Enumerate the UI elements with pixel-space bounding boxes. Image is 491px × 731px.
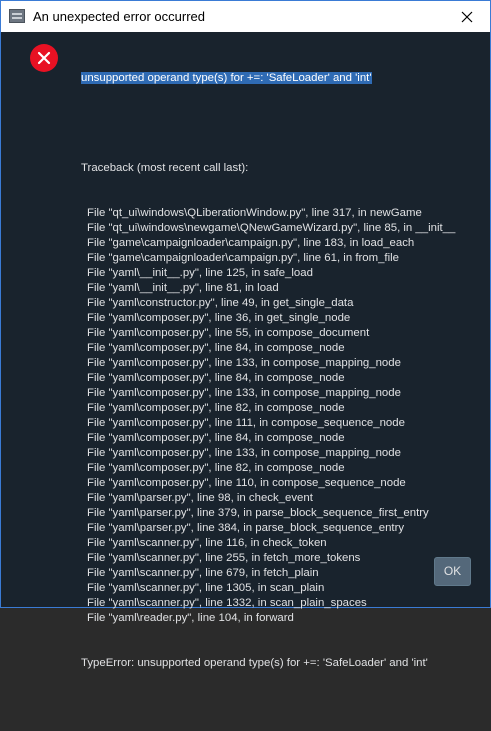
traceback-frame: File "yaml\composer.py", line 55, in com… bbox=[87, 327, 370, 339]
traceback-frame: File "yaml\reader.py", line 104, in forw… bbox=[87, 612, 294, 624]
traceback-frame: File "yaml\scanner.py", line 255, in fet… bbox=[87, 552, 361, 564]
traceback-frame: File "yaml\parser.py", line 379, in pars… bbox=[87, 507, 429, 519]
traceback-frame: File "yaml\scanner.py", line 1332, in sc… bbox=[87, 597, 367, 609]
traceback-frame: File "yaml\composer.py", line 84, in com… bbox=[87, 432, 345, 444]
app-icon bbox=[9, 9, 25, 23]
traceback-frame: File "yaml\parser.py", line 384, in pars… bbox=[87, 522, 405, 534]
traceback-frame: File "yaml\parser.py", line 98, in check… bbox=[87, 492, 313, 504]
traceback-frame: File "yaml\composer.py", line 84, in com… bbox=[87, 342, 345, 354]
traceback-frame: File "qt_ui\windows\QLiberationWindow.py… bbox=[87, 207, 422, 219]
traceback-frame: File "yaml\composer.py", line 84, in com… bbox=[87, 372, 345, 384]
traceback-frame: File "qt_ui\windows\newgame\QNewGameWiza… bbox=[87, 222, 456, 234]
close-icon bbox=[461, 11, 473, 22]
traceback-frame: File "game\campaignloader\campaign.py", … bbox=[87, 237, 415, 249]
traceback-frame: File "yaml\scanner.py", line 116, in che… bbox=[87, 537, 327, 549]
traceback-frame: File "yaml\__init__.py", line 125, in sa… bbox=[87, 267, 313, 279]
traceback-frame: File "game\campaignloader\campaign.py", … bbox=[87, 252, 399, 264]
traceback: Traceback (most recent call last): File … bbox=[81, 131, 477, 701]
traceback-frame: File "yaml\scanner.py", line 679, in fet… bbox=[87, 567, 319, 579]
error-icon bbox=[30, 44, 58, 72]
traceback-frame: File "yaml\__init__.py", line 81, in loa… bbox=[87, 282, 279, 294]
traceback-header: Traceback (most recent call last): bbox=[81, 162, 249, 174]
error-line: TypeError: unsupported operand type(s) f… bbox=[81, 657, 428, 669]
error-headline: unsupported operand type(s) for +=: 'Saf… bbox=[81, 72, 372, 84]
traceback-frame: File "yaml\scanner.py", line 1305, in sc… bbox=[87, 582, 325, 594]
traceback-frame: File "yaml\composer.py", line 110, in co… bbox=[87, 477, 406, 489]
traceback-frame: File "yaml\composer.py", line 82, in com… bbox=[87, 402, 345, 414]
traceback-frames: File "qt_ui\windows\QLiberationWindow.py… bbox=[81, 206, 477, 626]
traceback-frame: File "yaml\composer.py", line 36, in get… bbox=[87, 312, 351, 324]
close-button[interactable] bbox=[444, 1, 490, 32]
traceback-frame: File "yaml\composer.py", line 133, in co… bbox=[87, 447, 401, 459]
ok-button[interactable]: OK bbox=[434, 557, 471, 586]
traceback-frame: File "yaml\composer.py", line 133, in co… bbox=[87, 387, 401, 399]
error-message[interactable]: unsupported operand type(s) for +=: 'Saf… bbox=[81, 41, 477, 731]
traceback-frame: File "yaml\composer.py", line 82, in com… bbox=[87, 462, 345, 474]
title-bar[interactable]: An unexpected error occurred bbox=[1, 1, 490, 32]
traceback-frame: File "yaml\composer.py", line 111, in co… bbox=[87, 417, 405, 429]
dialog-content: unsupported operand type(s) for +=: 'Saf… bbox=[16, 32, 477, 669]
window-title: An unexpected error occurred bbox=[33, 9, 205, 24]
traceback-frame: File "yaml\constructor.py", line 49, in … bbox=[87, 297, 354, 309]
traceback-frame: File "yaml\composer.py", line 133, in co… bbox=[87, 357, 401, 369]
error-dialog-window: An unexpected error occurred unsupported… bbox=[0, 0, 491, 669]
